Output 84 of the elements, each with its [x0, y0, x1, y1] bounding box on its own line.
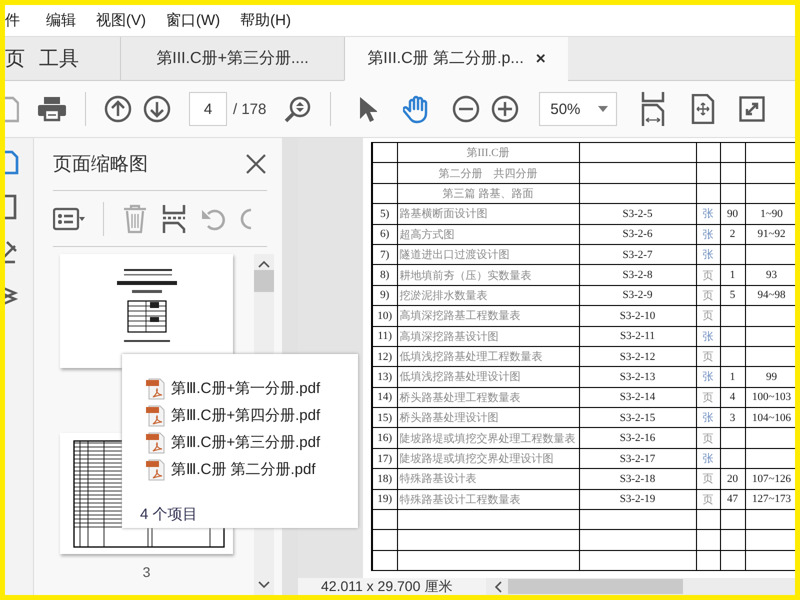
table-cell: S3-2-13 [579, 366, 696, 388]
file-name: 第Ⅲ.C册+第一分册.pdf [171, 379, 320, 398]
table-cell: 特殊路基设计表 [397, 468, 579, 490]
table-cell: 张 [696, 224, 720, 244]
table-cell: 高填深挖路基设计图 [397, 326, 579, 346]
table-cell: S3-2-19 [579, 489, 696, 510]
table-cell: 8) [372, 264, 397, 286]
table-cell: 超高方式图 [397, 224, 579, 244]
table-cell: 高填深挖路基工程数量表 [397, 306, 579, 326]
file-name: 第Ⅲ.C册+第四分册.pdf [171, 406, 320, 425]
table-cell: S3-2-14 [579, 387, 696, 408]
table-cell: 4 [720, 387, 745, 408]
table-cell: 耕地填前夯（压）实数量表 [397, 264, 579, 286]
table-cell: 张 [696, 366, 720, 388]
table-cell: S3-2-8 [579, 264, 696, 286]
table-cell: S3-2-15 [579, 408, 696, 428]
item-count: 4 个项目 [140, 505, 199, 524]
page-count: / 178 [233, 100, 266, 118]
table-cell: 张 [696, 204, 720, 224]
table-cell: 页 [696, 306, 720, 326]
table-cell: S3-2-9 [579, 285, 696, 306]
table-heading: 第三篇 路基、路面 [397, 183, 579, 204]
zoom-value: 50% [550, 100, 580, 118]
table-cell: 张 [696, 448, 720, 469]
tab-label: 第III.C册+第三分册.... [156, 49, 309, 69]
table-cell: 页 [696, 489, 720, 510]
table-cell: 页 [696, 285, 720, 306]
table-cell: 挖淤泥排水数量表 [397, 285, 579, 306]
table-cell: 陡坡路堤或填挖交界处理工程数量表 [397, 428, 579, 448]
table-cell: 10) [372, 306, 397, 326]
table-cell: 张 [696, 408, 720, 428]
file-name: 第Ⅲ.C册 第二分册.pdf [171, 460, 316, 479]
page-size: 42.011 x 29.700 厘米 [321, 578, 454, 595]
table-cell: S3-2-7 [579, 244, 696, 265]
table-cell: S3-2-18 [579, 468, 696, 490]
table-cell: S3-2-6 [579, 224, 696, 244]
table-cell: 19) [372, 489, 397, 510]
table-cell: 陡坡路堤或填挖交界处理设计图 [397, 448, 579, 469]
table-cell: 6) [372, 224, 397, 244]
table-cell: 1 [720, 366, 745, 388]
table-cell: 12) [372, 346, 397, 367]
table-cell: 特殊路基设计工程数量表 [397, 489, 579, 510]
panel-title: 页面缩略图 [53, 153, 148, 177]
table-cell: 页 [696, 264, 720, 286]
table-cell: S3-2-10 [579, 306, 696, 326]
table-cell: 2 [720, 224, 745, 244]
table-cell: 页 [696, 387, 720, 408]
table-cell: 18) [372, 468, 397, 490]
table-cell: 低填浅挖路基处理设计图 [397, 366, 579, 388]
table-cell: 页 [696, 346, 720, 367]
table-cell: 15) [372, 408, 397, 428]
tab-label: 第III.C册 第二分册.p... [367, 49, 524, 69]
table-cell: S3-2-5 [579, 204, 696, 224]
table-heading: 第二分册 共四分册 [397, 162, 579, 184]
page-number: 3 [142, 564, 152, 580]
table-cell: 16) [372, 428, 397, 448]
table-cell: 9) [372, 285, 397, 306]
table-cell: 低填浅挖路基处理工程数量表 [397, 346, 579, 367]
table-cell: 47 [720, 489, 745, 510]
table-cell: 5) [372, 204, 397, 224]
table-cell: 桥头路基处理设计图 [397, 408, 579, 428]
table-cell: 7) [372, 244, 397, 265]
table-cell: 1 [720, 264, 745, 286]
table-cell: 20 [720, 468, 745, 490]
table-cell: 17) [372, 448, 397, 469]
table-cell: 张 [696, 244, 720, 265]
table-cell: 90 [720, 204, 745, 224]
table-cell: 张 [696, 326, 720, 346]
table-cell: S3-2-16 [579, 428, 696, 448]
table-cell: 11) [372, 326, 397, 346]
table-cell: 路基横断面设计图 [397, 204, 579, 224]
table-cell: 5 [720, 285, 745, 306]
table-cell: 14) [372, 387, 397, 408]
file-name: 第Ⅲ.C册+第三分册.pdf [171, 433, 320, 452]
table-cell: 隧道进出口过渡设计图 [397, 244, 579, 265]
table-cell: S3-2-11 [579, 326, 696, 346]
table-cell: 页 [696, 468, 720, 490]
table-cell: 桥头路基处理工程数量表 [397, 387, 579, 408]
table-cell: 3 [720, 408, 745, 428]
table-heading: 第III.C册 [397, 142, 579, 163]
table-cell: S3-2-17 [579, 448, 696, 469]
table-cell: S3-2-12 [579, 346, 696, 367]
table-cell: 页 [696, 428, 720, 448]
table-cell: 13) [372, 366, 397, 388]
